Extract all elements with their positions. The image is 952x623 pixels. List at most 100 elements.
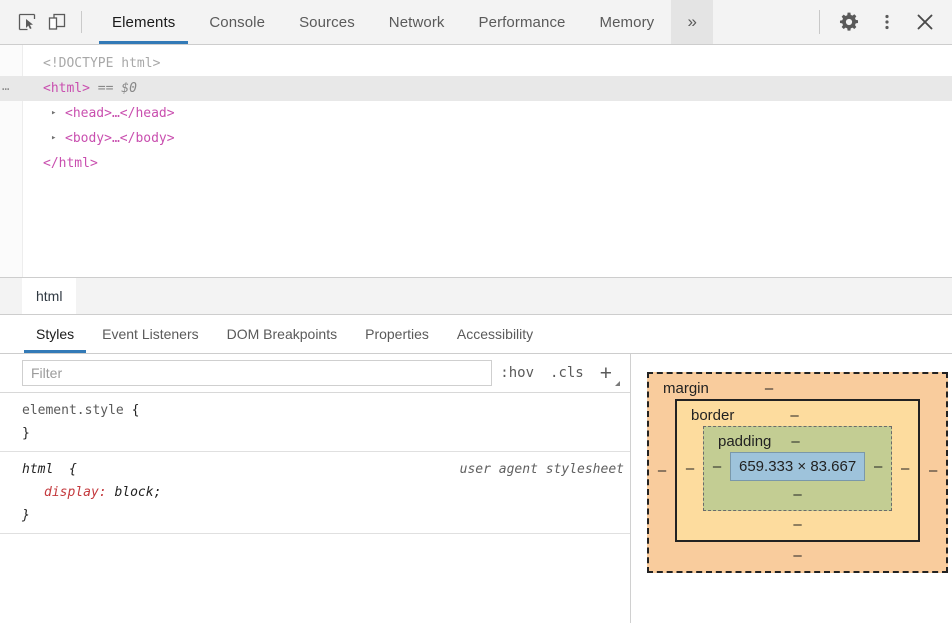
css-rules-list: element.style { } html { user agent styl… — [0, 393, 630, 623]
dom-badge-icon: ⋯ — [2, 81, 11, 96]
close-brace: } — [22, 508, 30, 523]
css-declaration[interactable]: display: block; — [22, 481, 630, 504]
gear-icon — [839, 12, 859, 31]
dropdown-corner-icon — [615, 380, 620, 386]
breadcrumb: html — [0, 277, 952, 314]
margin-mid-row: – border – – padding – – 659.333 × 83.66… — [649, 399, 946, 542]
close-brace: } — [22, 426, 30, 441]
css-selector[interactable]: html — [22, 462, 53, 477]
device-toolbar-icon[interactable] — [42, 7, 72, 37]
dom-row-body[interactable]: ▸ <body>…</body> — [23, 126, 952, 151]
cls-label: .cls — [550, 365, 584, 381]
kebab-menu-icon — [885, 14, 889, 30]
margin-top-value[interactable]: – — [765, 380, 773, 397]
css-property-value[interactable]: block; — [114, 485, 161, 500]
tab-event-listeners[interactable]: Event Listeners — [88, 315, 213, 353]
border-left-value[interactable]: – — [677, 460, 703, 477]
tab-dom-breakpoints[interactable]: DOM Breakpoints — [213, 315, 351, 353]
tab-network-label: Network — [388, 13, 445, 31]
tab-network[interactable]: Network — [372, 0, 462, 44]
tab-styles[interactable]: Styles — [22, 315, 88, 353]
tab-performance-label: Performance — [478, 13, 566, 31]
tab-styles-label: Styles — [36, 326, 75, 342]
border-right-value[interactable]: – — [892, 460, 918, 477]
toggle-class-editor-button[interactable]: .cls — [542, 365, 592, 381]
more-options-button[interactable] — [868, 2, 906, 42]
box-model-padding[interactable]: padding – – 659.333 × 83.667 – – — [703, 426, 893, 511]
css-rule-html-uas[interactable]: html { user agent stylesheet display: bl… — [0, 452, 630, 534]
breadcrumb-item-html[interactable]: html — [22, 278, 77, 314]
tab-console-label: Console — [209, 13, 266, 31]
css-selector[interactable]: element.style — [22, 403, 124, 418]
css-property-name[interactable]: display — [44, 485, 99, 500]
dom-row-html-close[interactable]: </html> — [23, 151, 952, 176]
dom-row-doctype[interactable]: <!DOCTYPE html> — [23, 51, 952, 76]
chevron-double-right-icon: » — [687, 12, 698, 31]
border-top-value[interactable]: – — [790, 407, 798, 424]
dom-row-head[interactable]: ▸ <head>…</head> — [23, 101, 952, 126]
padding-mid-row: – 659.333 × 83.667 – — [704, 452, 891, 481]
tab-elements-label: Elements — [112, 13, 176, 31]
dom-row-html-open[interactable]: ⋯ <html> == $0 — [0, 76, 952, 101]
tab-sources-label: Sources — [299, 13, 355, 31]
tab-event-listeners-label: Event Listeners — [102, 326, 199, 342]
margin-right-value[interactable]: – — [920, 462, 946, 479]
border-bottom-value[interactable]: – — [677, 511, 918, 540]
breadcrumb-item-label: html — [36, 288, 63, 304]
tab-performance[interactable]: Performance — [462, 0, 583, 44]
padding-left-value[interactable]: – — [704, 458, 730, 475]
box-model-margin[interactable]: margin – – border – – padding – – 659.33… — [647, 372, 949, 573]
expand-triangle-icon[interactable]: ▸ — [51, 126, 63, 151]
css-rule-header: element.style { — [22, 399, 630, 422]
styles-panel: :hov .cls + element.style { — [0, 354, 952, 623]
styles-filter-input[interactable] — [22, 360, 493, 386]
head-node-text: <head>…</head> — [65, 106, 175, 121]
doctype-text: <!DOCTYPE html> — [43, 56, 161, 71]
inspect-element-glyph — [18, 13, 36, 31]
tab-accessibility[interactable]: Accessibility — [443, 315, 547, 353]
dom-tree-panel[interactable]: <!DOCTYPE html> ⋯ <html> == $0 ▸ <head>…… — [0, 45, 952, 277]
padding-top-value[interactable]: – — [791, 433, 799, 450]
tab-memory-label: Memory — [599, 13, 655, 31]
padding-label: padding — [718, 433, 772, 450]
close-devtools-button[interactable] — [906, 2, 944, 42]
inspect-element-icon[interactable] — [12, 7, 42, 37]
devtools-window: Elements Console Sources Network Perform… — [0, 0, 952, 623]
toolbar-divider — [81, 11, 82, 33]
dom-tree: <!DOCTYPE html> ⋯ <html> == $0 ▸ <head>…… — [0, 45, 952, 277]
plus-icon: + — [599, 361, 612, 385]
tabs-overflow-button[interactable]: » — [671, 0, 714, 44]
tab-memory[interactable]: Memory — [583, 0, 672, 44]
expand-triangle-icon[interactable]: ▸ — [51, 101, 63, 126]
open-brace: { — [68, 462, 77, 477]
border-label: border — [691, 407, 735, 424]
tab-dom-breakpoints-label: DOM Breakpoints — [226, 326, 338, 342]
box-model-diagram: margin – – border – – padding – – 659.33… — [631, 354, 952, 623]
open-brace: { — [131, 403, 140, 418]
toolbar-right-divider — [819, 10, 820, 34]
padding-label-row: padding – — [704, 427, 891, 452]
settings-button[interactable] — [830, 2, 868, 42]
box-model-content-size[interactable]: 659.333 × 83.667 — [730, 452, 866, 481]
sidebar-tabs: Styles Event Listeners DOM Breakpoints P… — [0, 314, 952, 354]
tab-properties[interactable]: Properties — [351, 315, 443, 353]
padding-bottom-value[interactable]: – — [704, 481, 891, 510]
tab-accessibility-label: Accessibility — [456, 326, 534, 342]
box-model-border[interactable]: border – – padding – – 659.333 × 83.667 … — [675, 399, 921, 542]
toolbar-left-controls — [0, 0, 95, 44]
styles-filter-bar: :hov .cls + — [0, 354, 630, 393]
margin-label: margin — [663, 380, 709, 397]
padding-right-value[interactable]: – — [865, 458, 891, 475]
border-label-row: border – — [677, 401, 918, 426]
tab-elements[interactable]: Elements — [95, 0, 192, 44]
box-model-pane: margin – – border – – padding – – 659.33… — [631, 354, 952, 623]
css-rule-element-style[interactable]: element.style { } — [0, 393, 630, 452]
toggle-hover-state-button[interactable]: :hov — [492, 365, 542, 381]
margin-left-value[interactable]: – — [649, 462, 675, 479]
tab-console[interactable]: Console — [192, 0, 282, 44]
css-rule-origin[interactable]: user agent stylesheet — [460, 458, 624, 481]
new-style-rule-button[interactable]: + — [592, 361, 622, 386]
margin-bottom-value[interactable]: – — [649, 542, 946, 571]
border-mid-row: – padding – – 659.333 × 83.667 – – – — [677, 426, 918, 511]
tab-sources[interactable]: Sources — [282, 0, 372, 44]
